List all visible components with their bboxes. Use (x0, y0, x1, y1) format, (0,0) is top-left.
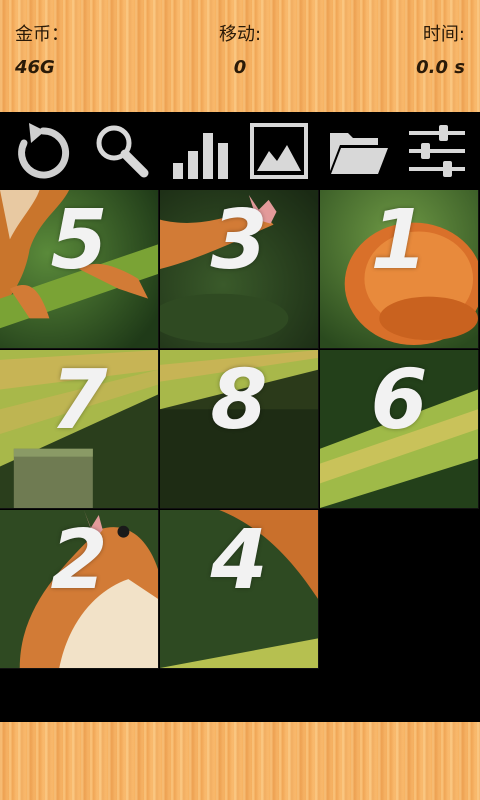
moves-label: 移动: (218, 24, 262, 45)
tile-number: 3 (210, 192, 268, 288)
puzzle-tile[interactable]: 2 (0, 510, 159, 669)
settings-button[interactable] (402, 116, 472, 186)
time-value: 0.0 s (416, 57, 465, 78)
empty-slot (320, 510, 480, 670)
puzzle-tile[interactable]: 7 (0, 350, 159, 509)
folder-button[interactable] (323, 116, 393, 186)
restart-icon (18, 123, 70, 179)
puzzle-board: 5 3 1 7 8 6 2 4 (0, 190, 480, 670)
puzzle-tile[interactable]: 1 (320, 190, 479, 349)
toolbar (0, 112, 480, 190)
moves-stat: 移动: 0 (180, 0, 300, 112)
image-icon (250, 123, 309, 179)
coins-value: 46G (15, 57, 55, 78)
tile-number: 4 (210, 512, 268, 608)
time-stat: 时间: 0.0 s (345, 0, 465, 112)
puzzle-tile[interactable]: 5 (0, 190, 159, 349)
tile-number: 8 (210, 352, 268, 448)
tile-number: 6 (370, 352, 428, 448)
time-label: 时间: (422, 24, 465, 45)
coins-label: 金币： (15, 24, 69, 45)
stats-icon (172, 133, 228, 179)
puzzle-tile[interactable]: 4 (160, 510, 319, 669)
stats-button[interactable] (166, 116, 236, 186)
settings-sliders-icon (408, 125, 465, 177)
puzzle-tile[interactable]: 6 (320, 350, 479, 509)
puzzle-tile[interactable]: 8 (160, 350, 319, 509)
tile-number: 5 (50, 192, 108, 288)
footer-bar (0, 722, 480, 800)
image-button[interactable] (244, 116, 314, 186)
folder-icon (329, 133, 388, 174)
puzzle-tile[interactable]: 3 (160, 190, 319, 349)
tile-number: 7 (50, 352, 108, 448)
coins-stat: 金币： 46G (15, 0, 135, 112)
tile-number: 2 (50, 512, 108, 608)
board-bottom-bar (0, 670, 480, 722)
search-icon (96, 125, 149, 178)
header-bar: 金币： 46G 移动: 0 时间: 0.0 s (0, 0, 480, 112)
tile-number: 1 (370, 192, 428, 288)
restart-button[interactable] (8, 116, 78, 186)
moves-value: 0 (233, 57, 247, 78)
search-button[interactable] (87, 116, 157, 186)
